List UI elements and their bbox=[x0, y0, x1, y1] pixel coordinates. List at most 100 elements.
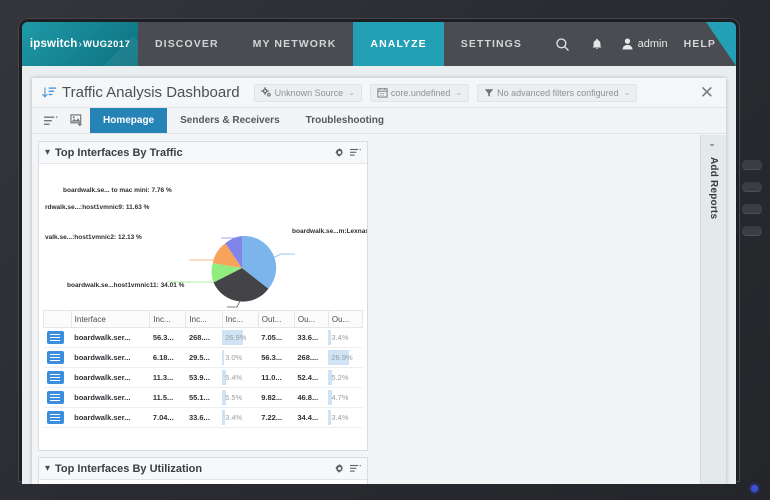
add-image-icon[interactable] bbox=[64, 108, 90, 133]
cell-in-2: 29.5... bbox=[185, 347, 223, 368]
cell-out-1: 7.22... bbox=[258, 407, 295, 428]
cell-out-percent: 3.4% bbox=[328, 407, 363, 428]
row-menu-cell bbox=[43, 387, 72, 408]
col-in-2[interactable]: Inc... bbox=[185, 310, 223, 328]
row-menu-icon[interactable] bbox=[46, 411, 64, 424]
row-menu-icon[interactable] bbox=[46, 391, 64, 404]
add-reports-rail[interactable]: ⌄ Add Reports bbox=[700, 135, 726, 484]
bezel-button-4[interactable] bbox=[742, 226, 762, 235]
cell-out-percent: 5.2% bbox=[328, 367, 363, 388]
row-menu-cell bbox=[43, 327, 72, 348]
table-row[interactable]: boardwalk.ser... 11.5... 55.1... 5.5% 9.82..… bbox=[43, 387, 363, 408]
cell-in-1: 11.3... bbox=[149, 367, 186, 388]
date-filter-label: core.undefined bbox=[390, 87, 451, 98]
cell-in-2: 53.9... bbox=[185, 367, 223, 388]
user-name: admin bbox=[637, 38, 668, 50]
percent-value: 5.5% bbox=[225, 393, 243, 402]
row-menu-icon[interactable] bbox=[46, 331, 64, 344]
funnel-icon bbox=[484, 88, 494, 98]
col-out-2[interactable]: Ou... bbox=[293, 310, 329, 328]
nav-item-settings[interactable]: SETTINGS bbox=[444, 22, 539, 66]
panel-top-interfaces-by-utilization: ▾ Top Interfaces By Utilization bbox=[38, 457, 368, 484]
advanced-filter-chip[interactable]: No advanced filters configured ⌄ bbox=[477, 83, 638, 102]
tab-troubleshooting[interactable]: Troubleshooting bbox=[293, 108, 397, 133]
tab-label-senders-receivers: Senders & Receivers bbox=[180, 115, 280, 126]
cell-out-1: 9.82... bbox=[258, 387, 295, 408]
chevron-down-icon[interactable]: ⌄ bbox=[708, 139, 718, 149]
col-out-1[interactable]: Out... bbox=[257, 310, 295, 328]
col-out-3[interactable]: Ou... bbox=[327, 310, 364, 328]
top-navigation-bar: ipswitch›WUG2017 DISCOVER MY NETWORK ANA… bbox=[22, 22, 736, 66]
date-filter-caret: ⌄ bbox=[455, 88, 463, 97]
list-menu-icon[interactable] bbox=[350, 144, 361, 162]
cell-in-1: 56.3... bbox=[149, 327, 186, 348]
bezel-button-2[interactable] bbox=[742, 182, 762, 191]
close-icon[interactable]: ✕ bbox=[694, 84, 720, 101]
date-filter-chip[interactable]: core.undefined ⌄ bbox=[369, 83, 470, 102]
cell-in-1: 7.04... bbox=[149, 407, 186, 428]
tab-homepage[interactable]: Homepage bbox=[90, 108, 168, 133]
line-chart-top-interfaces-by-utilization: 0255013:2513:3013:3513:4013:4513:50Utili… bbox=[39, 480, 367, 484]
tab-senders-receivers[interactable]: Senders & Receivers bbox=[167, 108, 293, 133]
pie-label-mac-mini: boardwalk.se... to mac mini: 7.76 % bbox=[63, 187, 172, 194]
cell-interface: boardwalk.ser... bbox=[71, 347, 150, 368]
chevron-down-icon[interactable]: ▾ bbox=[45, 463, 50, 474]
cell-interface: boardwalk.ser... bbox=[71, 387, 150, 408]
row-menu-cell bbox=[43, 367, 72, 388]
list-options-icon[interactable] bbox=[38, 108, 64, 133]
pie-label-host1vmnic11: boardwalk.se...host1vmnic11: 34.01 % bbox=[67, 282, 185, 289]
nav-item-my-network[interactable]: MY NETWORK bbox=[236, 22, 354, 66]
cell-out-1: 7.05... bbox=[258, 327, 295, 348]
line-chart-svg: 0255013:2513:3013:3513:4013:4513:50Utili… bbox=[39, 480, 367, 484]
dashboard-titlebar: Traffic Analysis Dashboard Unknown Sourc… bbox=[32, 78, 726, 108]
pie-chart-top-interfaces-by-traffic: boardwalk.se... to mac mini: 7.76 % rdwa… bbox=[39, 164, 367, 310]
panel-header-utilization: ▾ Top Interfaces By Utilization bbox=[39, 458, 367, 480]
bell-icon[interactable] bbox=[580, 22, 614, 66]
table-row[interactable]: boardwalk.ser... 56.3... 268.... 26.9% 7.05.… bbox=[43, 327, 363, 348]
sort-list-icon bbox=[42, 85, 57, 100]
col-in-1[interactable]: Inc... bbox=[149, 310, 187, 328]
list-menu-icon[interactable] bbox=[350, 460, 361, 478]
gear-icon[interactable] bbox=[335, 144, 344, 162]
col-actions[interactable] bbox=[43, 310, 72, 328]
bezel-button-1[interactable] bbox=[742, 160, 762, 169]
table-row[interactable]: boardwalk.ser... 7.04... 33.6... 3.4% 7.22..… bbox=[43, 407, 363, 428]
cell-in-percent: 5.5% bbox=[222, 387, 259, 408]
row-menu-icon[interactable] bbox=[46, 371, 64, 384]
panel-actions-utilization bbox=[335, 460, 361, 478]
nav-item-analyze[interactable]: ANALYZE bbox=[353, 22, 444, 66]
col-in-3[interactable]: Inc... bbox=[221, 310, 259, 328]
cell-out-1: 56.3... bbox=[258, 347, 295, 368]
cell-in-2: 33.6... bbox=[185, 407, 223, 428]
power-led bbox=[751, 485, 758, 492]
pie-label-host1vmnic9: rdwalk.se...:host1vmnic9: 11.63 % bbox=[45, 204, 150, 211]
cell-out-2: 46.8... bbox=[294, 387, 329, 408]
nav-corner-accent bbox=[706, 22, 736, 66]
cell-out-2: 52.4... bbox=[294, 367, 329, 388]
cell-out-percent: 3.4% bbox=[328, 327, 363, 348]
nav-item-discover[interactable]: DISCOVER bbox=[138, 22, 236, 66]
table-row[interactable]: boardwalk.ser... 6.18... 29.5... 3.0% 56.3..… bbox=[43, 347, 363, 368]
user-menu[interactable]: admin bbox=[614, 38, 682, 50]
bezel-button-3[interactable] bbox=[742, 204, 762, 213]
row-menu-icon[interactable] bbox=[46, 351, 64, 364]
pie-slices bbox=[211, 235, 277, 302]
percent-value: 5.2% bbox=[331, 373, 349, 382]
search-icon[interactable] bbox=[546, 22, 580, 66]
screen: ipswitch›WUG2017 DISCOVER MY NETWORK ANA… bbox=[22, 22, 736, 484]
cell-out-percent: 26.9% bbox=[328, 347, 363, 368]
percent-value: 5.4% bbox=[225, 373, 243, 382]
brand-separator: › bbox=[78, 39, 82, 50]
chevron-down-icon[interactable]: ▾ bbox=[45, 147, 50, 158]
percent-value: 3.4% bbox=[225, 413, 243, 422]
source-filter-chip[interactable]: Unknown Source ⌄ bbox=[253, 83, 362, 102]
cell-in-1: 6.18... bbox=[149, 347, 186, 368]
cell-interface: boardwalk.ser... bbox=[71, 367, 150, 388]
gear-icon[interactable] bbox=[335, 460, 344, 478]
advanced-filter-caret: ⌄ bbox=[623, 88, 631, 97]
table-row[interactable]: boardwalk.ser... 11.3... 53.9... 5.4% 11.0..… bbox=[43, 367, 363, 388]
pie-label-host1vmnic2: valk.se...:host1vmnic2: 12.13 % bbox=[45, 234, 142, 241]
row-menu-cell bbox=[43, 407, 72, 428]
brand-logo[interactable]: ipswitch›WUG2017 bbox=[22, 22, 138, 66]
col-interface[interactable]: Interface bbox=[70, 310, 151, 328]
